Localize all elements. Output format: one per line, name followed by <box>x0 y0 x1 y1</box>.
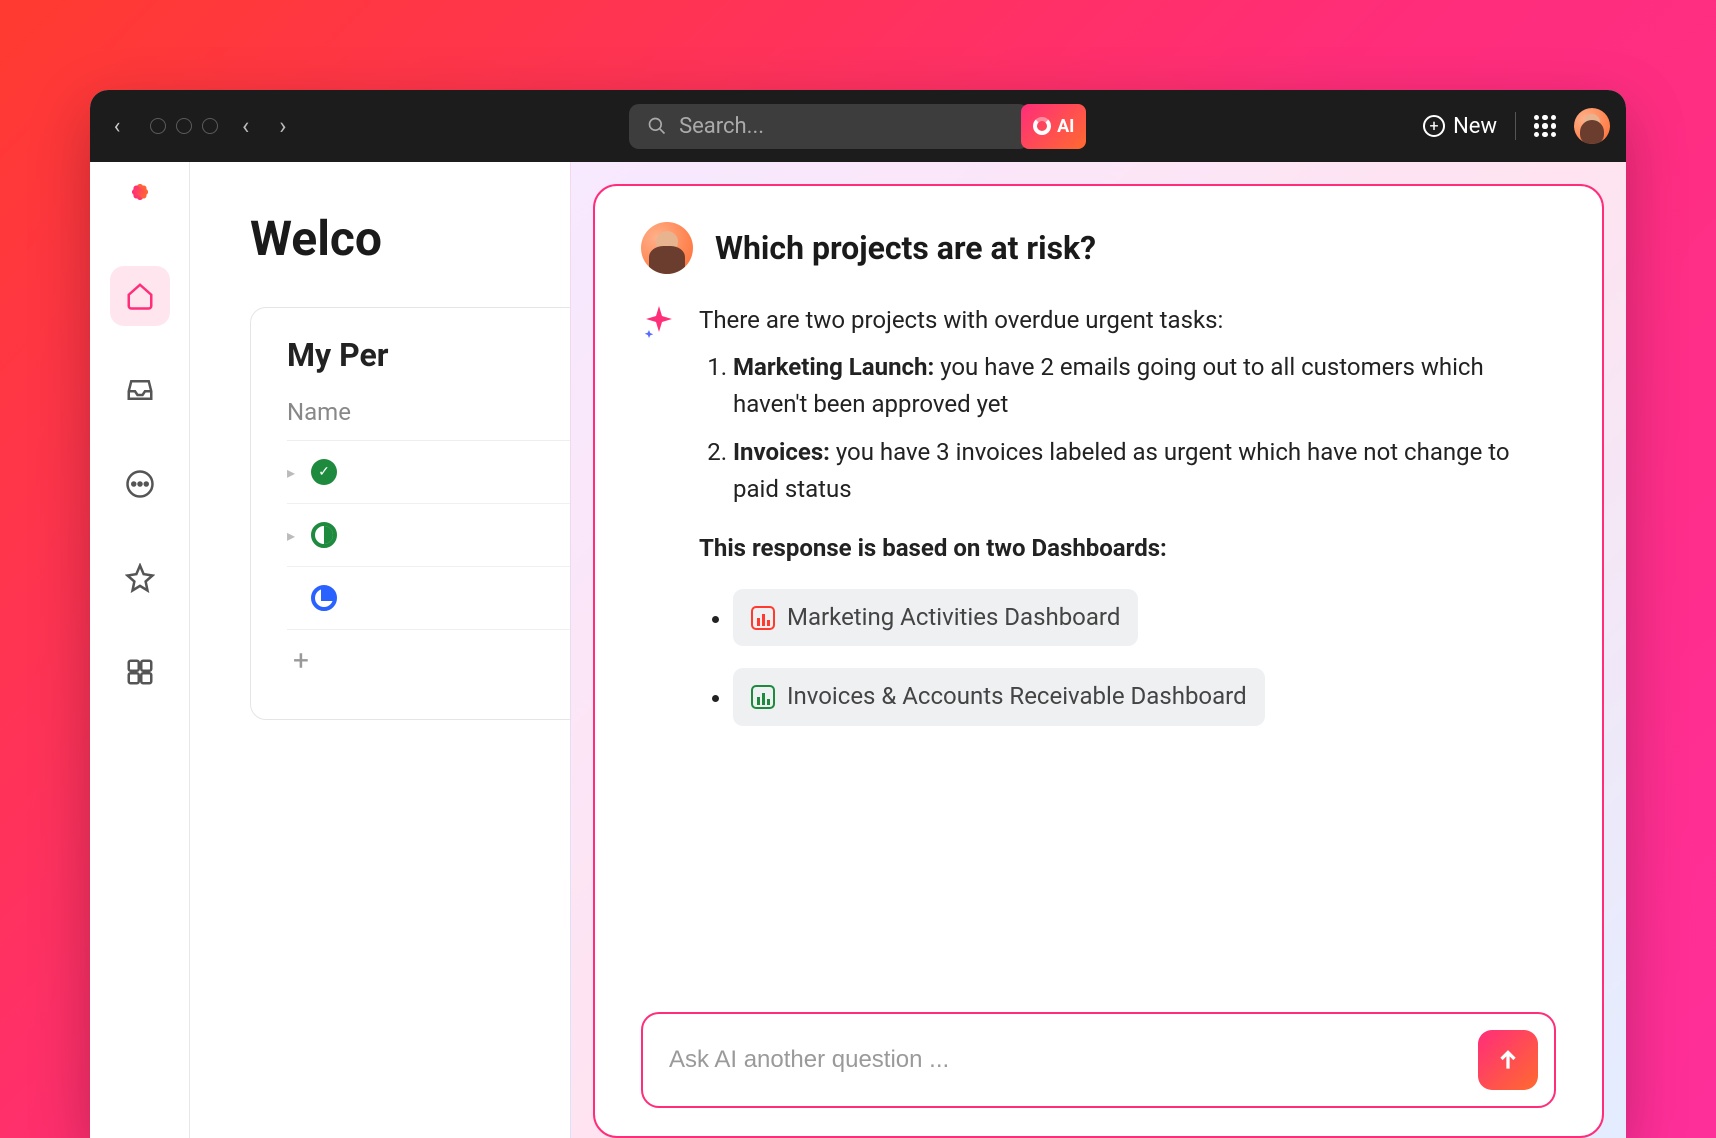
more-icon <box>125 469 155 499</box>
ai-chip-label: AI <box>1057 116 1074 137</box>
star-icon <box>125 563 155 593</box>
dashboard-ref: Invoices & Accounts Receivable Dashboard <box>733 668 1556 725</box>
search-input[interactable]: Search... <box>629 104 1029 149</box>
ai-panel-inner: Which projects are at risk? There are tw… <box>593 184 1604 1138</box>
sidebar-item-home[interactable] <box>110 266 170 326</box>
search-placeholder: Search... <box>679 114 764 139</box>
dashboard-icon <box>751 606 775 630</box>
status-quarter-icon <box>311 585 337 611</box>
arrow-up-icon <box>1495 1047 1521 1073</box>
dashboard-ref: Marketing Activities Dashboard <box>733 589 1556 646</box>
forward-button[interactable]: › <box>273 112 292 140</box>
status-half-icon <box>311 522 337 548</box>
main-content: Welco My Per Name ▸ ✓ ▸ ▸ + <box>190 162 1626 1138</box>
sidebar-item-inbox[interactable] <box>110 360 170 420</box>
back-button[interactable]: ‹ <box>236 112 255 140</box>
ai-answer-body: There are two projects with overdue urge… <box>699 302 1556 748</box>
ai-answer-intro: There are two projects with overdue urge… <box>699 302 1556 339</box>
grid-icon <box>125 657 155 687</box>
inbox-icon <box>125 375 155 405</box>
sidebar-item-more[interactable] <box>110 454 170 514</box>
chevron-right-icon: ▸ <box>287 463 295 482</box>
ai-donut-icon <box>1033 117 1051 135</box>
chevron-right-icon: ▸ <box>287 526 295 545</box>
titlebar: ‹ ‹ › Search... AI + New <box>90 90 1626 162</box>
search-icon <box>647 116 667 136</box>
home-icon <box>125 281 155 311</box>
ai-based-on: This response is based on two Dashboards… <box>699 530 1556 567</box>
ai-question-text: Which projects are at risk? <box>715 229 1096 267</box>
divider <box>1515 112 1516 140</box>
ai-question-row: Which projects are at risk? <box>641 222 1556 274</box>
sidebar <box>90 162 190 1138</box>
logo-icon[interactable] <box>116 184 164 232</box>
ai-ask-input[interactable] <box>669 1046 1462 1074</box>
plus-circle-icon: + <box>1423 115 1445 137</box>
ai-answer-item: Marketing Launch: you have 2 emails goin… <box>733 349 1556 423</box>
ai-answer-row: There are two projects with overdue urge… <box>641 302 1556 748</box>
ai-chip-button[interactable]: AI <box>1021 104 1086 149</box>
dashboard-chip[interactable]: Marketing Activities Dashboard <box>733 589 1138 646</box>
dashboard-icon <box>751 685 775 709</box>
status-done-icon: ✓ <box>311 459 337 485</box>
sidebar-item-favorites[interactable] <box>110 548 170 608</box>
ai-panel: Which projects are at risk? There are tw… <box>570 162 1626 1138</box>
window-traffic-lights[interactable] <box>150 118 218 134</box>
new-button-label: New <box>1453 114 1497 139</box>
sparkle-icon <box>641 304 677 340</box>
dashboard-chip[interactable]: Invoices & Accounts Receivable Dashboard <box>733 668 1265 725</box>
ai-send-button[interactable] <box>1478 1030 1538 1090</box>
user-avatar <box>641 222 693 274</box>
chevron-left-icon[interactable]: ‹ <box>106 114 128 139</box>
new-button[interactable]: + New <box>1423 114 1497 139</box>
apps-grid-icon[interactable] <box>1534 115 1556 137</box>
sidebar-item-apps[interactable] <box>110 642 170 702</box>
ai-ask-row <box>641 1012 1556 1108</box>
app-window: ‹ ‹ › Search... AI + New <box>90 90 1626 1138</box>
user-avatar[interactable] <box>1574 108 1610 144</box>
ai-answer-item: Invoices: you have 3 invoices labeled as… <box>733 434 1556 508</box>
